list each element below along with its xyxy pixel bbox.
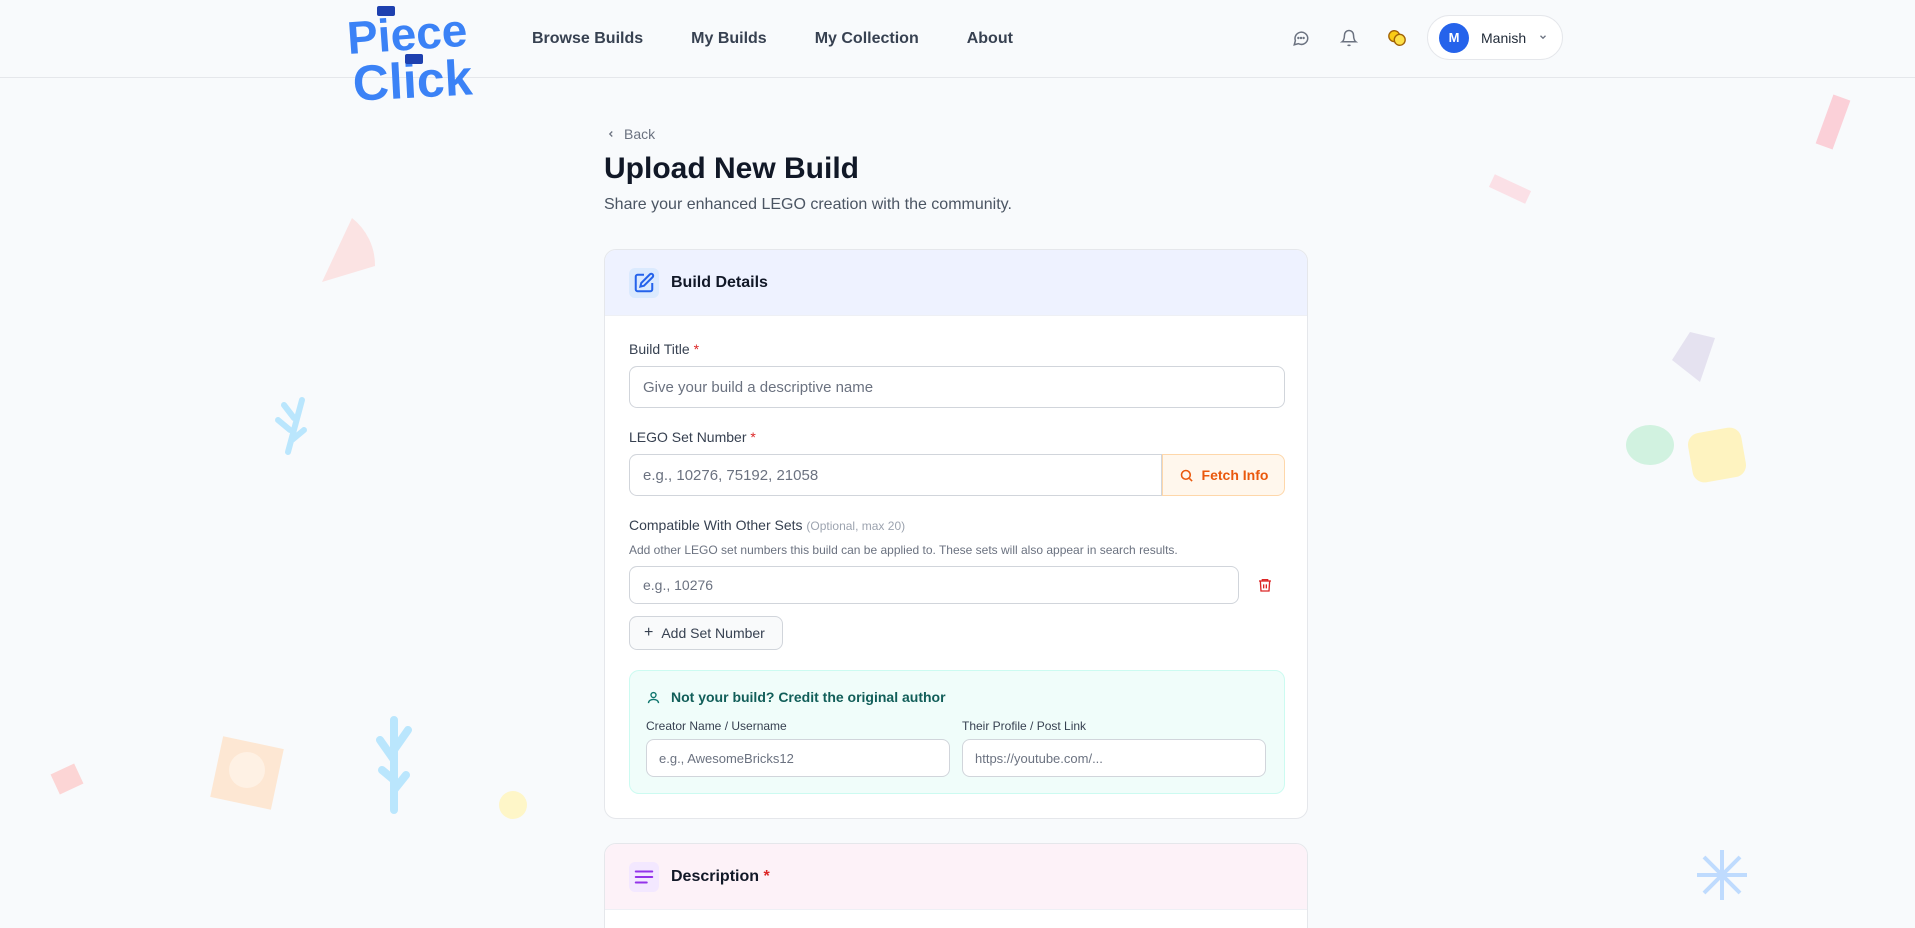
nav-browse-builds[interactable]: Browse Builds xyxy=(532,30,643,48)
user-menu-button[interactable]: M Manish xyxy=(1427,15,1563,60)
build-title-input[interactable]: Give your build a descriptive name xyxy=(629,366,1285,408)
build-details-card: Build Details Build Title * Give your bu… xyxy=(604,249,1308,819)
creator-name-input[interactable]: e.g., AwesomeBricks12 xyxy=(646,739,950,777)
deco-yellow-head xyxy=(1687,427,1747,483)
deco-coin xyxy=(499,791,527,819)
main-nav: Browse Builds My Builds My Collection Ab… xyxy=(532,30,1013,48)
compat-optional-note: (Optional, max 20) xyxy=(806,519,906,533)
deco-cone xyxy=(1672,332,1715,382)
deco-green-plant xyxy=(1626,425,1674,465)
page-subtitle: Share your enhanced LEGO creation with t… xyxy=(604,196,1012,213)
build-title-label: Build Title * xyxy=(629,341,699,357)
fetch-info-label: Fetch Info xyxy=(1201,467,1269,483)
required-mark: * xyxy=(693,341,700,357)
profile-link-placeholder: https://youtube.com/... xyxy=(975,750,1103,766)
description-title-text: Description xyxy=(671,867,760,885)
plus-icon: + xyxy=(644,624,654,641)
chevron-down-icon xyxy=(1538,29,1548,47)
credit-title-text: Not your build? Credit the original auth… xyxy=(671,689,946,705)
search-icon xyxy=(1180,469,1193,482)
compat-set-input[interactable]: e.g., 10276 xyxy=(629,566,1239,604)
build-details-header: Build Details xyxy=(605,250,1307,316)
build-details-title: Build Details xyxy=(671,273,768,291)
set-number-input[interactable]: e.g., 10276, 75192, 21058 xyxy=(629,454,1162,496)
coins-icon[interactable] xyxy=(1386,27,1408,49)
back-label: Back xyxy=(624,126,656,142)
add-set-number-label: Add Set Number xyxy=(661,625,765,641)
page-title: Upload New Build xyxy=(604,152,859,185)
trash-icon[interactable] xyxy=(1257,576,1273,599)
build-title-placeholder: Give your build a descriptive name xyxy=(643,378,874,396)
text-lines-icon xyxy=(629,861,659,892)
set-number-label: LEGO Set Number * xyxy=(629,429,756,445)
chevron-left-icon xyxy=(608,131,613,137)
build-title-label-text: Build Title xyxy=(629,341,690,357)
add-set-number-button[interactable]: + Add Set Number xyxy=(629,616,783,650)
compat-label-text: Compatible With Other Sets xyxy=(629,517,803,533)
profile-link-input[interactable]: https://youtube.com/... xyxy=(962,739,1266,777)
avatar: M xyxy=(1439,22,1469,53)
deco-pink-brick xyxy=(1815,94,1851,150)
user-name: Manish xyxy=(1481,29,1527,46)
credit-title: Not your build? Credit the original auth… xyxy=(646,689,946,705)
deco-quarter-circle xyxy=(322,218,376,282)
description-title: Description * xyxy=(671,868,770,886)
nav-about[interactable]: About xyxy=(967,30,1013,48)
profile-link-label: Their Profile / Post Link xyxy=(962,719,1087,733)
deco-leaf xyxy=(275,397,307,455)
set-number-placeholder: e.g., 10276, 75192, 21058 xyxy=(643,466,819,484)
chat-icon[interactable] xyxy=(1290,27,1312,49)
top-header: Piece Click Browse Builds My Builds My C… xyxy=(0,0,1915,112)
compat-set-placeholder: e.g., 10276 xyxy=(643,577,714,593)
compat-label: Compatible With Other Sets (Optional, ma… xyxy=(629,517,905,533)
creator-name-label: Creator Name / Username xyxy=(646,719,787,733)
logo-graphic: Piece Click xyxy=(345,4,474,112)
user-icon xyxy=(647,691,660,703)
required-mark: * xyxy=(750,429,756,445)
set-number-label-text: LEGO Set Number xyxy=(629,429,747,445)
edit-icon xyxy=(629,267,659,298)
piece-click-logo[interactable]: Piece Click xyxy=(345,4,490,112)
compat-helper-text: Add other LEGO set numbers this build ca… xyxy=(629,543,1178,557)
description-card: Description * xyxy=(604,843,1308,928)
description-header: Description * xyxy=(605,844,1307,910)
deco-plant xyxy=(376,716,412,814)
deco-pink-plate xyxy=(1488,174,1532,204)
deco-brick xyxy=(50,763,84,795)
nav-my-collection[interactable]: My Collection xyxy=(815,30,919,48)
deco-snowflake xyxy=(1697,850,1747,900)
nav-my-builds[interactable]: My Builds xyxy=(691,30,767,48)
required-mark: * xyxy=(763,867,770,885)
credit-author-box: Not your build? Credit the original auth… xyxy=(629,670,1285,794)
bell-icon[interactable] xyxy=(1338,27,1360,49)
back-link[interactable]: Back xyxy=(606,126,655,142)
creator-name-placeholder: e.g., AwesomeBricks12 xyxy=(659,750,794,766)
fetch-info-button[interactable]: Fetch Info xyxy=(1162,454,1285,496)
